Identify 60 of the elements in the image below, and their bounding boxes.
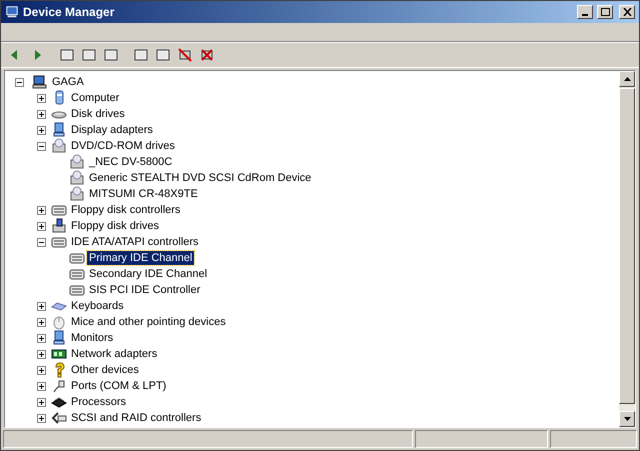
expand-toggle[interactable] <box>36 398 46 406</box>
maximize-button[interactable] <box>597 5 613 19</box>
maximize-icon <box>600 8 610 16</box>
up-arrow-icon <box>624 77 630 81</box>
tree-item[interactable]: Keyboards <box>69 299 126 313</box>
tree-item[interactable]: MITSUMI CR-48X9TE <box>87 187 200 201</box>
collapse-toggle[interactable] <box>36 142 46 150</box>
disable-icon[interactable] <box>177 47 193 63</box>
tree-item[interactable]: SIS PCI IDE Controller <box>87 283 202 297</box>
down-arrow-icon <box>624 417 630 421</box>
tree-item[interactable]: Network adapters <box>69 347 160 361</box>
connector-icon <box>51 410 67 426</box>
window-title: Device Manager <box>23 4 114 21</box>
uninstall-icon[interactable] <box>199 47 215 63</box>
tree-item[interactable]: Other devices <box>69 363 141 377</box>
collapse-toggle[interactable] <box>36 238 46 246</box>
mouse-icon <box>51 314 67 330</box>
close-button[interactable] <box>619 5 635 19</box>
collapse-toggle[interactable] <box>14 78 24 86</box>
expand-toggle[interactable] <box>36 350 46 358</box>
cd-drive-icon <box>51 138 67 154</box>
computer-icon <box>5 5 19 19</box>
tree-item[interactable]: Display adapters <box>69 123 155 137</box>
tree-item[interactable]: Floppy disk drives <box>69 219 162 233</box>
cd-drive-icon <box>69 186 85 202</box>
plug-icon <box>51 378 67 394</box>
expand-toggle[interactable] <box>36 382 46 390</box>
cd-drive-icon <box>69 154 85 170</box>
expand-toggle[interactable] <box>36 366 46 374</box>
tree-item[interactable]: IDE ATA/ATAPI controllers <box>69 235 201 249</box>
tree-item[interactable]: GAGA <box>50 75 86 89</box>
monitor-icon <box>51 330 67 346</box>
cd-drive-icon <box>69 170 85 186</box>
tree-item[interactable]: Secondary IDE Channel <box>87 267 210 281</box>
tree-item[interactable]: Generic STEALTH DVD SCSI CdRom Device <box>87 171 314 185</box>
tree-item[interactable]: Mice and other pointing devices <box>69 315 228 329</box>
expand-toggle[interactable] <box>36 334 46 342</box>
minimize-button[interactable] <box>577 5 593 19</box>
tree-item[interactable]: Ports (COM & LPT) <box>69 379 168 393</box>
expand-toggle[interactable] <box>36 302 46 310</box>
expand-toggle[interactable] <box>36 222 46 230</box>
tree-item[interactable]: Floppy disk controllers <box>69 203 182 217</box>
expand-toggle[interactable] <box>36 414 46 422</box>
tree-item[interactable]: Disk drives <box>69 107 127 121</box>
expand-toggle[interactable] <box>36 126 46 134</box>
floppy-drive-icon <box>51 218 67 234</box>
tree-item[interactable]: _NEC DV-5800C <box>87 155 174 169</box>
expand-toggle[interactable] <box>36 318 46 326</box>
tree-item[interactable]: Processors <box>69 395 128 409</box>
monitor-icon <box>51 122 67 138</box>
expand-toggle[interactable] <box>36 94 46 102</box>
tree-item[interactable]: Monitors <box>69 331 116 345</box>
tree-item[interactable]: SCSI and RAID controllers <box>69 411 204 425</box>
computer-icon <box>31 74 47 90</box>
close-icon <box>622 8 632 16</box>
tree-item[interactable]: DVD/CD-ROM drives <box>69 139 177 153</box>
tree-item[interactable]: Primary IDE Channel <box>87 251 194 265</box>
tree-item[interactable]: Computer <box>69 91 122 105</box>
expand-toggle[interactable] <box>36 110 46 118</box>
expand-toggle[interactable] <box>36 206 46 214</box>
